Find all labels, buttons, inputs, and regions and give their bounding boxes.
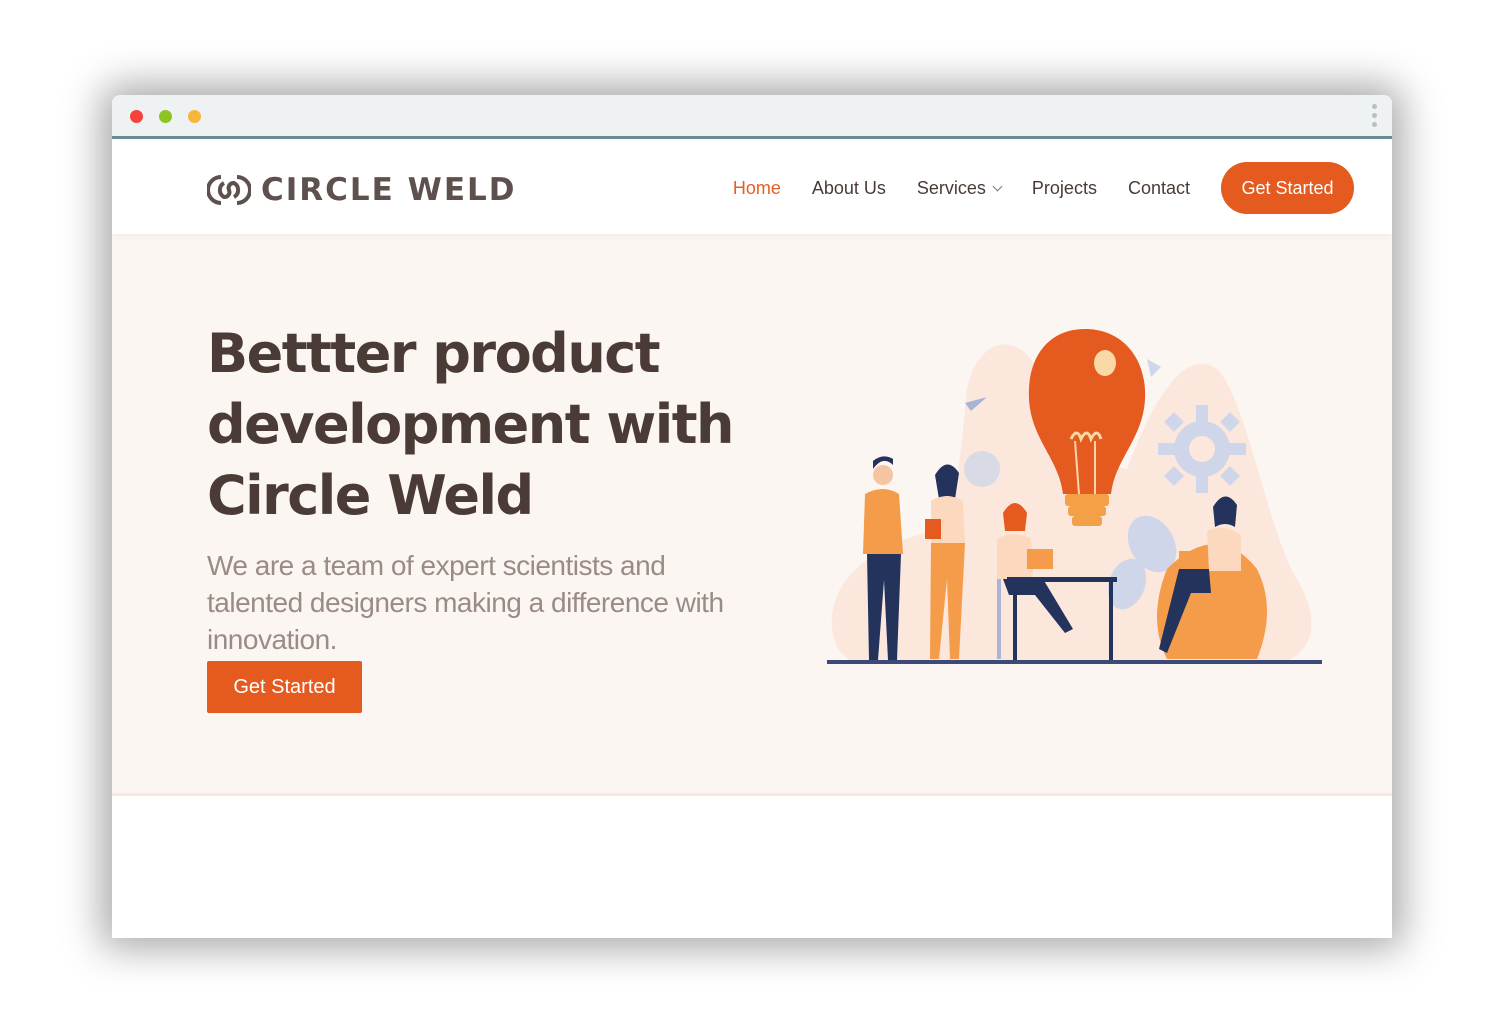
nav-item-projects[interactable]: Projects <box>1032 178 1097 199</box>
nav-item-home[interactable]: Home <box>733 178 781 199</box>
browser-chrome <box>112 95 1392 139</box>
maximize-dot-icon[interactable] <box>159 110 172 123</box>
navbar: CIRCLE WELD Home About Us Services Proje… <box>112 142 1392 234</box>
logo[interactable]: CIRCLE WELD <box>207 170 516 210</box>
nav-item-label: Services <box>916 177 986 198</box>
hero-title-line: Circle Weld <box>207 464 534 527</box>
minimize-dot-icon[interactable] <box>188 110 201 123</box>
nav-item-about-us[interactable]: About Us <box>812 178 886 199</box>
circle-weld-logo-icon <box>207 175 251 205</box>
nav-item-services[interactable]: Services <box>916 177 1003 199</box>
chevron-down-icon <box>992 181 1003 191</box>
hero-title: Bettter product development with Circle … <box>207 318 767 531</box>
hero-section: Bettter product development with Circle … <box>112 234 1392 796</box>
kebab-menu-icon[interactable] <box>1370 104 1378 130</box>
close-dot-icon[interactable] <box>130 110 143 123</box>
team-lightbulb-illustration <box>827 329 1322 664</box>
hero-get-started-button[interactable]: Get Started <box>207 661 362 713</box>
nav-get-started-button[interactable]: Get Started <box>1221 162 1354 214</box>
nav-item-label: Contact <box>1127 177 1190 198</box>
logo-text: CIRCLE WELD <box>261 172 517 208</box>
nav-item-label: Home <box>732 177 781 198</box>
browser-window: CIRCLE WELD Home About Us Services Proje… <box>112 95 1392 938</box>
hero-title-line: development with <box>207 393 734 456</box>
nav-item-contact[interactable]: Contact <box>1128 178 1190 199</box>
nav-item-label: Projects <box>1031 177 1097 198</box>
main-nav: Home About Us Services Projects Contact … <box>702 162 1354 214</box>
hero-subtitle: We are a team of expert scientists and t… <box>207 550 724 655</box>
hero-title-line: Bettter product <box>207 322 661 385</box>
nav-item-label: About Us <box>811 177 886 198</box>
